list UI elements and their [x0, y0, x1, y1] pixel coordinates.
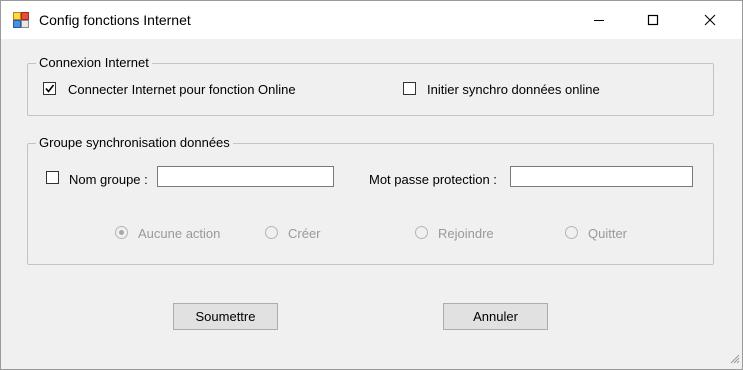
resize-grip-icon[interactable] [728, 352, 740, 367]
cancel-button[interactable]: Annuler [443, 303, 548, 330]
group-name-label: Nom groupe : [69, 172, 148, 187]
password-input[interactable] [510, 166, 693, 187]
window-title: Config fonctions Internet [39, 12, 191, 28]
radio-creer[interactable] [265, 226, 278, 239]
radio-quitter-label: Quitter [588, 226, 628, 241]
sync-group: Groupe synchronisation données [27, 135, 714, 265]
radio-rejoindre-label: Rejoindre [438, 226, 494, 241]
radio-selected-dot [119, 230, 124, 235]
radio-aucune-action[interactable] [115, 226, 128, 239]
group-legend-connexion: Connexion Internet [36, 55, 152, 70]
initiate-sync-checkbox[interactable] [403, 82, 416, 95]
group-name-input[interactable] [157, 166, 334, 187]
maximize-icon [647, 14, 659, 26]
initiate-sync-label: Initier synchro données online [427, 82, 600, 97]
config-window: Config fonctions Internet Connexion Inte… [0, 0, 743, 370]
group-name-checkbox[interactable] [46, 171, 59, 184]
radio-rejoindre[interactable] [415, 226, 428, 239]
app-window-icon [13, 12, 29, 28]
radio-aucune-action-label: Aucune action [138, 226, 221, 241]
connect-internet-label: Connecter Internet pour fonction Online [68, 82, 296, 97]
password-label: Mot passe protection : [369, 172, 497, 187]
title-bar: Config fonctions Internet [1, 1, 742, 39]
checkmark-icon [45, 84, 55, 93]
group-legend-sync: Groupe synchronisation données [36, 135, 233, 150]
close-icon [704, 14, 716, 26]
connect-internet-checkbox[interactable] [43, 82, 56, 95]
submit-button[interactable]: Soumettre [173, 303, 278, 330]
radio-quitter[interactable] [565, 226, 578, 239]
maximize-button[interactable] [630, 1, 676, 39]
radio-creer-label: Créer [288, 226, 321, 241]
minimize-button[interactable] [576, 1, 622, 39]
close-button[interactable] [687, 1, 733, 39]
minimize-icon [594, 20, 604, 21]
